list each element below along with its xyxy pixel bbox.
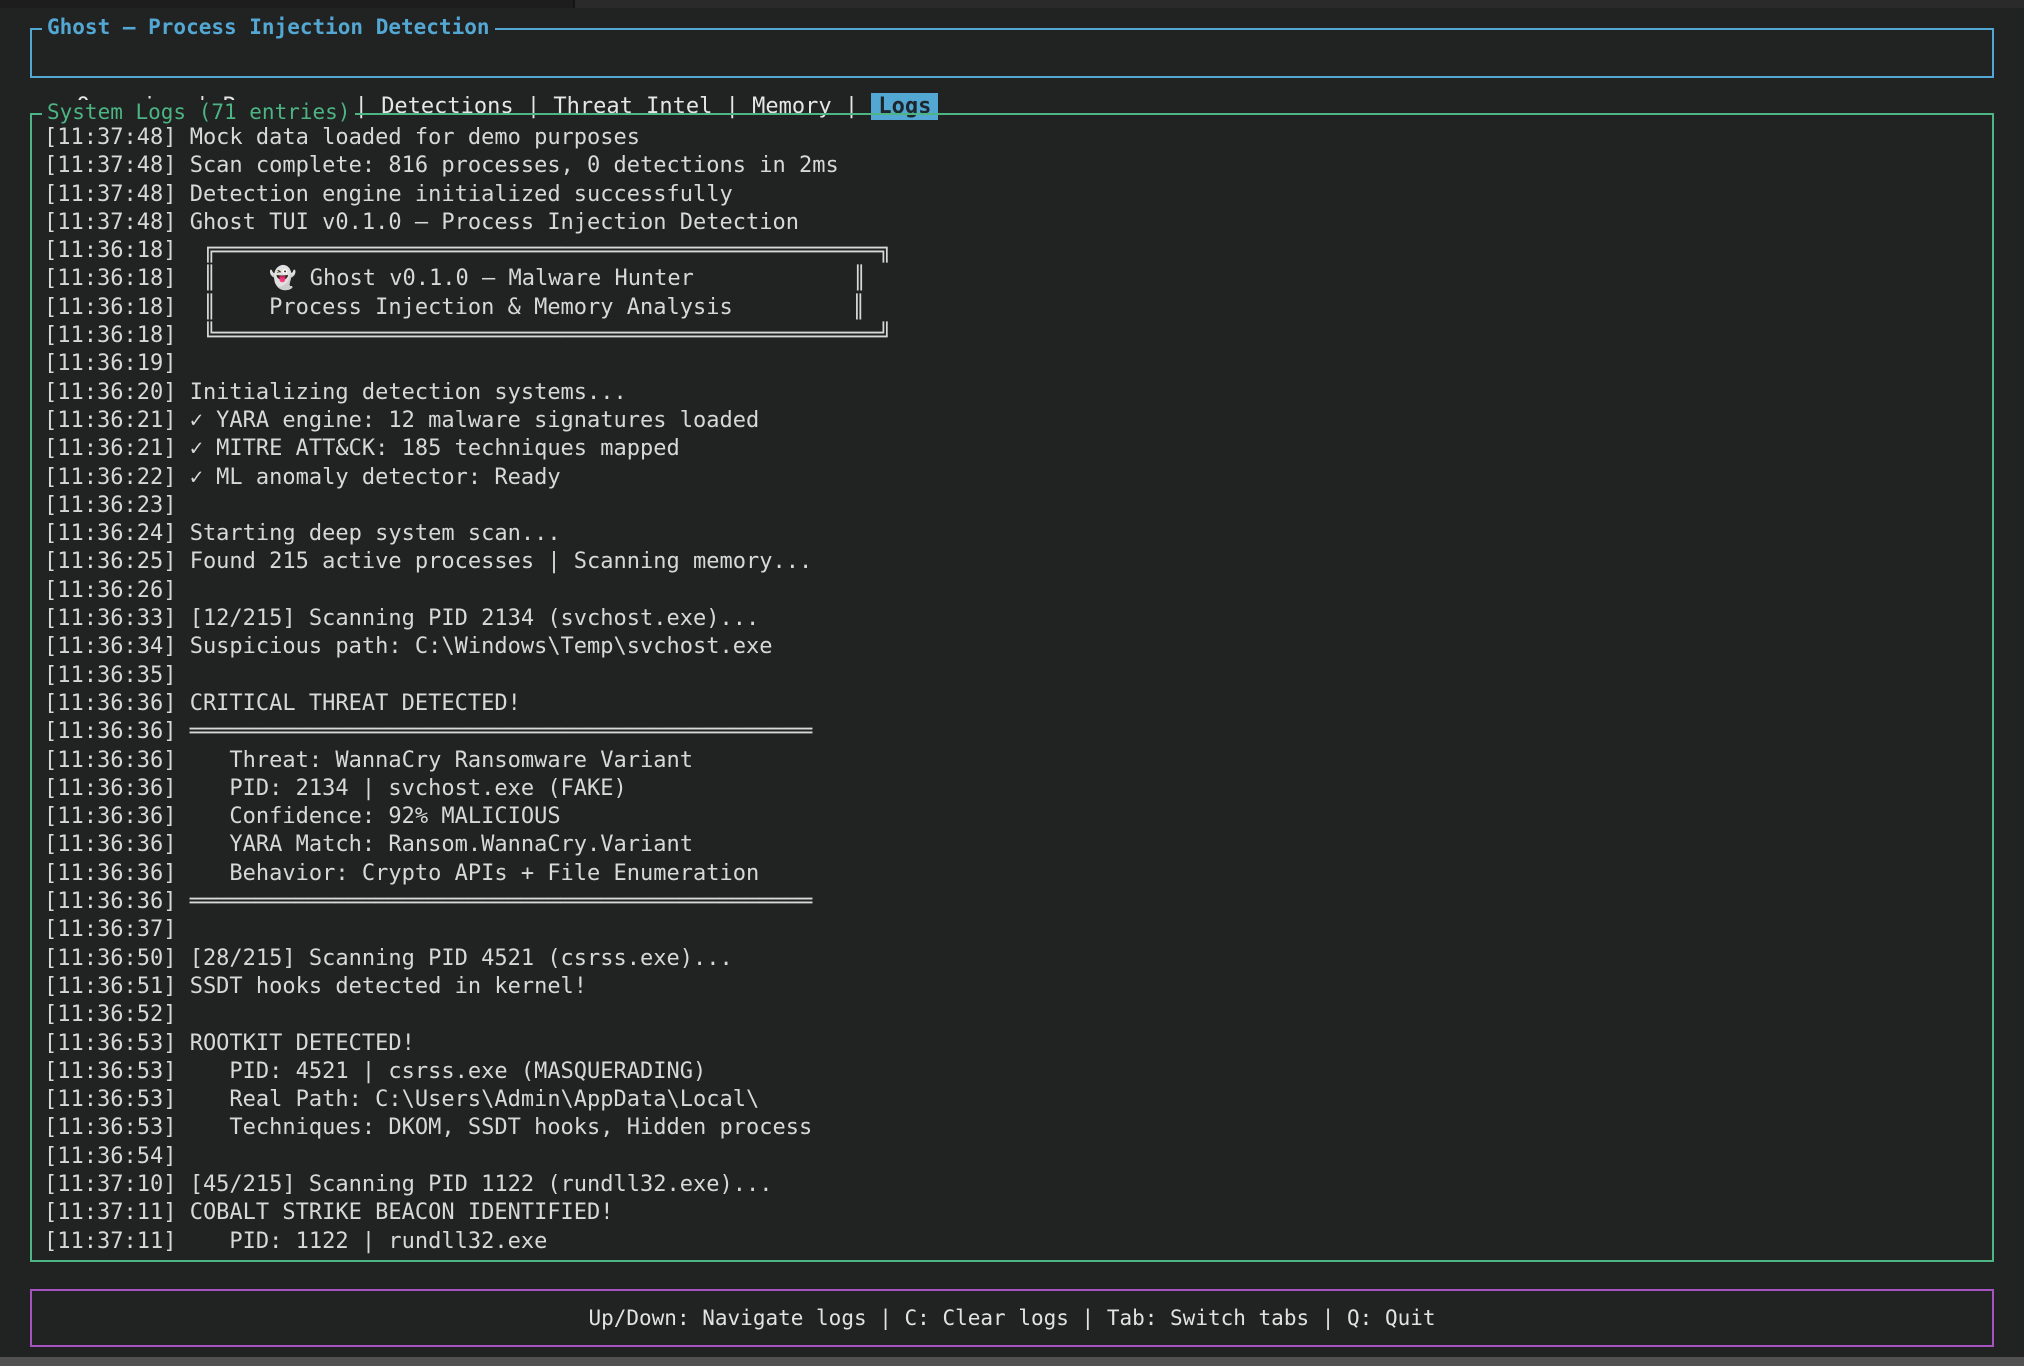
- log-line[interactable]: [11:37:10] [45/215] Scanning PID 1122 (r…: [44, 1171, 1992, 1199]
- log-line[interactable]: [11:36:36] CRITICAL THREAT DETECTED!: [44, 690, 1992, 718]
- log-line[interactable]: [11:37:48] Mock data loaded for demo pur…: [44, 124, 1992, 152]
- log-line[interactable]: [11:36:36] Confidence: 92% MALICIOUS: [44, 803, 1992, 831]
- terminal-chrome-strip-segment: [0, 0, 575, 8]
- keybinding-help-text: Up/Down: Navigate logs | C: Clear logs |…: [32, 1291, 1992, 1345]
- log-line[interactable]: [11:37:48] Scan complete: 816 processes,…: [44, 152, 1992, 180]
- log-line[interactable]: [11:36:23]: [44, 492, 1992, 520]
- log-list[interactable]: [11:37:48] Mock data loaded for demo pur…: [32, 115, 1992, 1260]
- system-logs-panel: System Logs (71 entries) [11:37:48] Mock…: [30, 113, 1994, 1262]
- log-line[interactable]: [11:36:53] ROOTKIT DETECTED!: [44, 1030, 1992, 1058]
- status-bar: Up/Down: Navigate logs | C: Clear logs |…: [30, 1289, 1994, 1347]
- terminal-chrome-strip: [0, 0, 2024, 8]
- log-line[interactable]: [11:36:19]: [44, 350, 1992, 378]
- log-line[interactable]: [11:36:36] Threat: WannaCry Ransomware V…: [44, 747, 1992, 775]
- log-line[interactable]: [11:36:21] ✓ YARA engine: 12 malware sig…: [44, 407, 1992, 435]
- log-line[interactable]: [11:36:36] ═════════════════════════════…: [44, 718, 1992, 746]
- log-line[interactable]: [11:36:18] ╔════════════════════════════…: [44, 237, 1992, 265]
- log-line[interactable]: [11:36:53] Real Path: C:\Users\Admin\App…: [44, 1086, 1992, 1114]
- log-line[interactable]: [11:36:25] Found 215 active processes | …: [44, 548, 1992, 576]
- log-line[interactable]: [11:36:36] PID: 2134 | svchost.exe (FAKE…: [44, 775, 1992, 803]
- window-bottom-edge: [0, 1357, 2024, 1366]
- log-line[interactable]: [11:37:11] COBALT STRIKE BEACON IDENTIFI…: [44, 1199, 1992, 1227]
- log-line[interactable]: [11:37:48] Ghost TUI v0.1.0 — Process In…: [44, 209, 1992, 237]
- log-line[interactable]: [11:36:22] ✓ ML anomaly detector: Ready: [44, 464, 1992, 492]
- log-line[interactable]: [11:36:37]: [44, 916, 1992, 944]
- log-line[interactable]: [11:36:36] YARA Match: Ransom.WannaCry.V…: [44, 831, 1992, 859]
- log-line[interactable]: [11:36:51] SSDT hooks detected in kernel…: [44, 973, 1992, 1001]
- main-window-panel: Ghost — Process Injection Detection Over…: [30, 28, 1994, 78]
- log-line[interactable]: [11:36:24] Starting deep system scan...: [44, 520, 1992, 548]
- log-line[interactable]: [11:36:34] Suspicious path: C:\Windows\T…: [44, 633, 1992, 661]
- log-line[interactable]: [11:36:20] Initializing detection system…: [44, 379, 1992, 407]
- log-line[interactable]: [11:36:36] Behavior: Crypto APIs + File …: [44, 860, 1992, 888]
- log-line[interactable]: [11:36:18] ╚════════════════════════════…: [44, 322, 1992, 350]
- log-line[interactable]: [11:36:18] ║ Process Injection & Memory …: [44, 294, 1992, 322]
- log-line[interactable]: [11:36:52]: [44, 1001, 1992, 1029]
- log-line[interactable]: [11:36:36] ═════════════════════════════…: [44, 888, 1992, 916]
- log-line[interactable]: [11:36:18] ║ 👻 Ghost v0.1.0 — Malware Hu…: [44, 265, 1992, 293]
- log-line[interactable]: [11:36:35]: [44, 662, 1992, 690]
- log-line[interactable]: [11:37:48] Detection engine initialized …: [44, 181, 1992, 209]
- log-line[interactable]: [11:36:54]: [44, 1143, 1992, 1171]
- log-line[interactable]: [11:36:53] PID: 4521 | csrss.exe (MASQUE…: [44, 1058, 1992, 1086]
- log-line[interactable]: [11:37:11] PID: 1122 | rundll32.exe: [44, 1228, 1992, 1256]
- log-line[interactable]: [11:36:50] [28/215] Scanning PID 4521 (c…: [44, 945, 1992, 973]
- log-line[interactable]: [11:36:26]: [44, 577, 1992, 605]
- log-line[interactable]: [11:36:21] ✓ MITRE ATT&CK: 185 technique…: [44, 435, 1992, 463]
- log-line[interactable]: [11:36:53] Techniques: DKOM, SSDT hooks,…: [44, 1114, 1992, 1142]
- log-line[interactable]: [11:36:33] [12/215] Scanning PID 2134 (s…: [44, 605, 1992, 633]
